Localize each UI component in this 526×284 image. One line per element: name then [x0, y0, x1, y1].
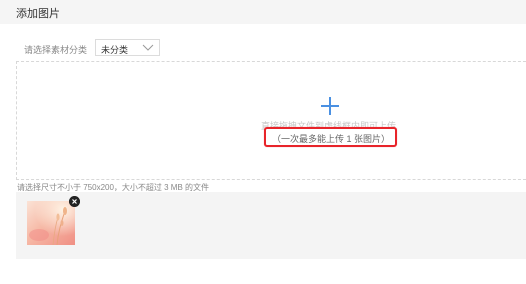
preview-area: [16, 192, 526, 259]
upload-limit-highlight: （一次最多能上传 1 张图片）: [264, 127, 397, 147]
chevron-down-icon: [142, 44, 154, 51]
upload-limit-text: （一次最多能上传 1 张图片）: [272, 134, 391, 144]
dialog-header: 添加图片: [0, 0, 526, 24]
category-label: 请选择素材分类: [24, 45, 88, 55]
category-select-value: 未分类: [101, 45, 129, 55]
uploaded-image-thumbnail[interactable]: [27, 201, 75, 245]
plus-icon[interactable]: [320, 96, 340, 116]
category-select[interactable]: 未分类: [95, 39, 160, 56]
dialog-title: 添加图片: [16, 8, 60, 20]
close-icon[interactable]: [69, 196, 80, 207]
thumbnail-image: [27, 201, 75, 245]
